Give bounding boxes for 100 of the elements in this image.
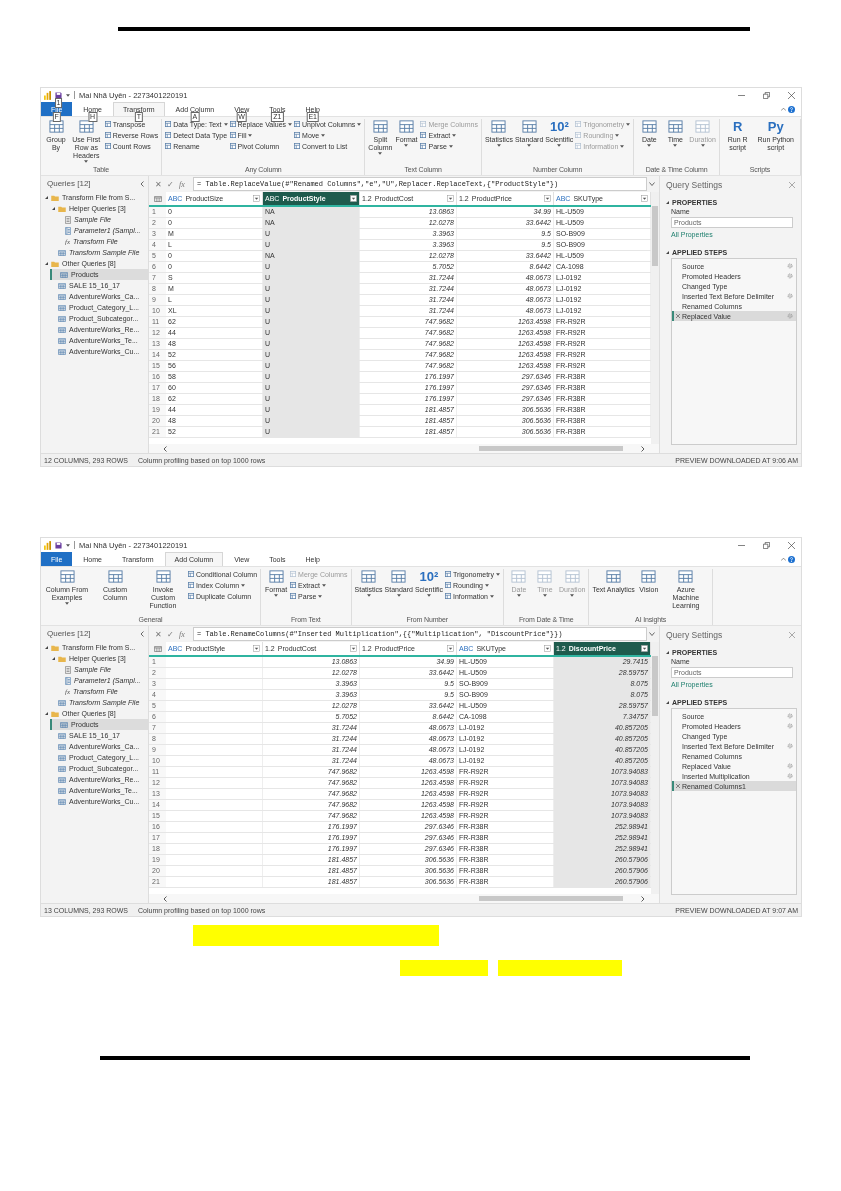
table-icon	[58, 337, 66, 344]
table-icon	[58, 776, 66, 783]
caret-icon	[241, 583, 246, 587]
caret-icon	[496, 144, 501, 147]
caret-icon	[66, 543, 70, 547]
folder-icon	[51, 260, 59, 267]
caret-icon	[495, 572, 500, 576]
dropdown-icon[interactable]	[447, 645, 454, 652]
expand-triangle-icon[interactable]	[45, 646, 48, 649]
caret-icon	[378, 152, 383, 155]
table-icon	[58, 326, 66, 333]
table-corner[interactable]	[149, 642, 166, 655]
caret-icon	[452, 133, 457, 137]
expand-triangle-icon[interactable]	[666, 651, 669, 654]
restore-icon[interactable]	[763, 91, 770, 99]
table-icon	[575, 132, 582, 138]
table-icon	[104, 121, 111, 127]
gear-icon[interactable]	[787, 293, 793, 299]
caret-icon	[288, 122, 293, 126]
table-icon	[695, 119, 711, 134]
vertical-scrollbar[interactable]	[651, 192, 659, 444]
caret-icon	[647, 144, 652, 147]
table-icon	[294, 143, 301, 149]
help-icon[interactable]	[788, 105, 795, 113]
close-icon[interactable]	[788, 541, 795, 549]
table-icon	[58, 798, 66, 805]
caret-icon	[673, 144, 678, 147]
dropdown-icon[interactable]	[447, 195, 454, 202]
collapse-caret-icon[interactable]	[781, 557, 786, 561]
expand-triangle-icon[interactable]	[45, 262, 48, 265]
expand-triangle-icon[interactable]	[45, 712, 48, 715]
table-icon	[564, 569, 580, 584]
collapse-caret-icon[interactable]	[781, 107, 786, 111]
dropdown-icon[interactable]	[350, 645, 357, 652]
table-icon	[155, 569, 171, 584]
table-icon	[678, 569, 694, 584]
expand-triangle-icon[interactable]	[666, 251, 669, 254]
table-icon	[188, 593, 194, 599]
table-icon	[48, 119, 64, 134]
table-icon	[290, 593, 297, 599]
help-icon[interactable]	[788, 555, 795, 563]
function-button[interactable]: fx	[177, 629, 187, 639]
caret-icon	[626, 122, 631, 126]
expand-triangle-icon[interactable]	[52, 657, 55, 660]
close-icon[interactable]	[789, 632, 795, 638]
close-icon[interactable]	[788, 91, 795, 99]
expand-triangle-icon[interactable]	[45, 196, 48, 199]
vertical-scrollbar[interactable]	[651, 642, 659, 894]
table-icon	[420, 132, 427, 138]
table-icon	[188, 571, 194, 577]
commit-button[interactable]: ✓	[165, 629, 175, 639]
list-icon	[65, 226, 71, 235]
restore-icon[interactable]	[763, 541, 770, 549]
pane-title: Query Settings	[666, 180, 723, 190]
dropdown-icon[interactable]	[253, 645, 260, 652]
save-icon[interactable]	[55, 91, 62, 99]
caret-icon	[426, 594, 431, 597]
horizontal-scrollbar[interactable]	[149, 444, 659, 453]
table-icon	[60, 721, 68, 728]
function-button[interactable]: fx	[177, 179, 187, 189]
dropdown-icon[interactable]	[350, 195, 357, 202]
table-icon	[188, 582, 194, 588]
expand-triangle-icon[interactable]	[666, 701, 669, 704]
cancel-button[interactable]: ✕	[153, 179, 163, 189]
table-icon	[78, 119, 94, 134]
expand-triangle-icon[interactable]	[52, 207, 55, 210]
document-icon	[65, 215, 71, 224]
dropdown-icon[interactable]	[253, 195, 260, 202]
dropdown-icon[interactable]	[544, 195, 551, 202]
collapse-chevron-icon[interactable]	[140, 630, 144, 637]
caret-icon	[321, 133, 326, 137]
caret-icon	[66, 93, 70, 97]
caret-icon	[484, 583, 489, 587]
expand-chevron-icon[interactable]	[649, 632, 655, 636]
commit-button[interactable]: ✓	[165, 179, 175, 189]
horizontal-scrollbar[interactable]	[149, 894, 659, 903]
table-icon	[229, 121, 236, 127]
save-icon[interactable]	[55, 541, 62, 549]
folder-icon	[51, 710, 59, 717]
delete-icon[interactable]	[676, 314, 680, 318]
close-icon[interactable]	[789, 182, 795, 188]
collapse-chevron-icon[interactable]	[140, 180, 144, 187]
expand-triangle-icon[interactable]	[666, 201, 669, 204]
caret-icon	[318, 594, 323, 598]
dropdown-icon[interactable]	[544, 645, 551, 652]
cancel-button[interactable]: ✕	[153, 629, 163, 639]
caret-icon	[542, 594, 547, 597]
table-icon	[361, 569, 376, 584]
table-icon	[575, 121, 582, 127]
dropdown-icon[interactable]	[641, 195, 648, 202]
table-icon	[153, 645, 162, 652]
caret-icon	[700, 144, 705, 147]
dropdown-icon[interactable]	[641, 645, 648, 652]
delete-icon[interactable]	[676, 784, 680, 788]
caret-icon	[620, 144, 625, 148]
expand-chevron-icon[interactable]	[649, 182, 655, 186]
table-corner[interactable]	[149, 192, 166, 205]
table-icon	[537, 569, 553, 584]
gear-icon[interactable]	[787, 743, 793, 749]
table-icon	[104, 132, 111, 138]
